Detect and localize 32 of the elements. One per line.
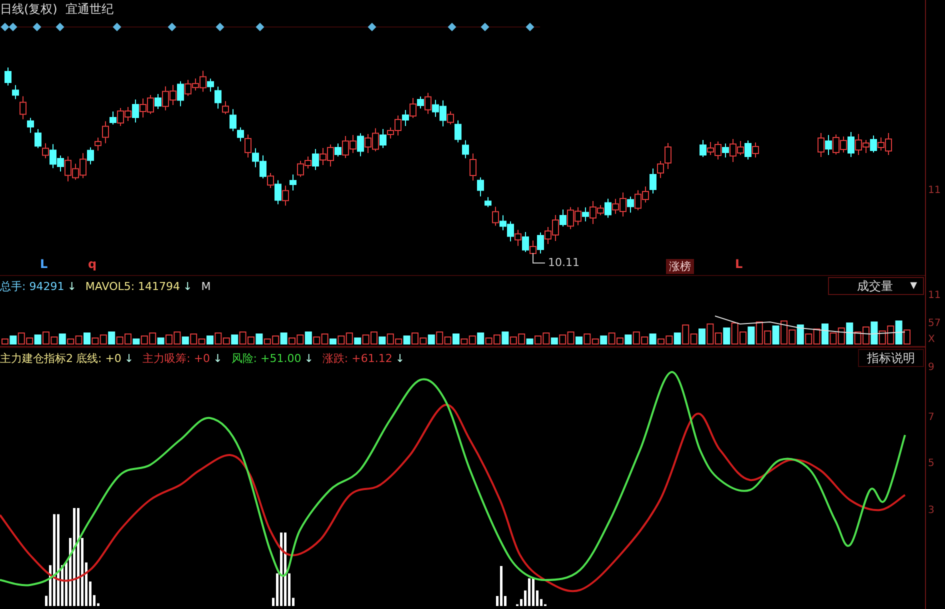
indicator-legend-value: 主力吸筹: +0 bbox=[142, 350, 210, 366]
indicator-name: 主力建仓指标2 bbox=[0, 350, 73, 366]
signal-marker: L bbox=[735, 257, 743, 271]
signal-marker: L bbox=[40, 257, 48, 271]
low-price-label: 10.11 bbox=[548, 256, 580, 269]
down-arrow-icon: ↓ bbox=[183, 280, 192, 292]
axis-tick-label: 57 bbox=[928, 318, 941, 329]
rank-badge: 涨榜 bbox=[666, 259, 694, 274]
down-arrow-icon: ↓ bbox=[124, 352, 134, 364]
down-arrow-icon: ↓ bbox=[67, 280, 76, 292]
chart-period: 日线(复权) bbox=[0, 1, 58, 18]
indicator-dropdown[interactable]: 成交量 ▼ bbox=[828, 277, 924, 295]
axis-tick-label: 5 bbox=[928, 458, 934, 469]
indicator-help-button[interactable]: 指标说明 bbox=[858, 349, 924, 367]
axis-tick-label: 11 bbox=[928, 290, 941, 301]
axis-tick-label: 11 bbox=[928, 185, 941, 196]
axis-tick-label: 3 bbox=[928, 505, 934, 516]
indicator-legend-value: 风险: +51.00 bbox=[231, 350, 302, 366]
axis-tick-label: X bbox=[928, 334, 935, 345]
axis-tick-label: 7 bbox=[928, 412, 934, 423]
volume-legend-value: 总手: 94291 bbox=[0, 278, 64, 294]
indicator-legend-value: 涨跌: +61.12 bbox=[322, 350, 392, 366]
down-arrow-icon: ↓ bbox=[304, 352, 314, 364]
leader-line bbox=[532, 252, 546, 264]
down-arrow-icon: ↓ bbox=[213, 352, 222, 364]
volume-legend-value: MAVOL5: 141794 bbox=[85, 280, 180, 292]
volume-legend-value: M bbox=[201, 280, 211, 292]
axis-tick-label: 9 bbox=[928, 362, 934, 373]
signal-marker: q bbox=[88, 257, 97, 271]
stock-name: 宜通世纪 bbox=[65, 1, 114, 18]
down-arrow-icon: ↓ bbox=[395, 352, 405, 364]
indicator-legend-value: 底线: +0 bbox=[76, 350, 122, 366]
